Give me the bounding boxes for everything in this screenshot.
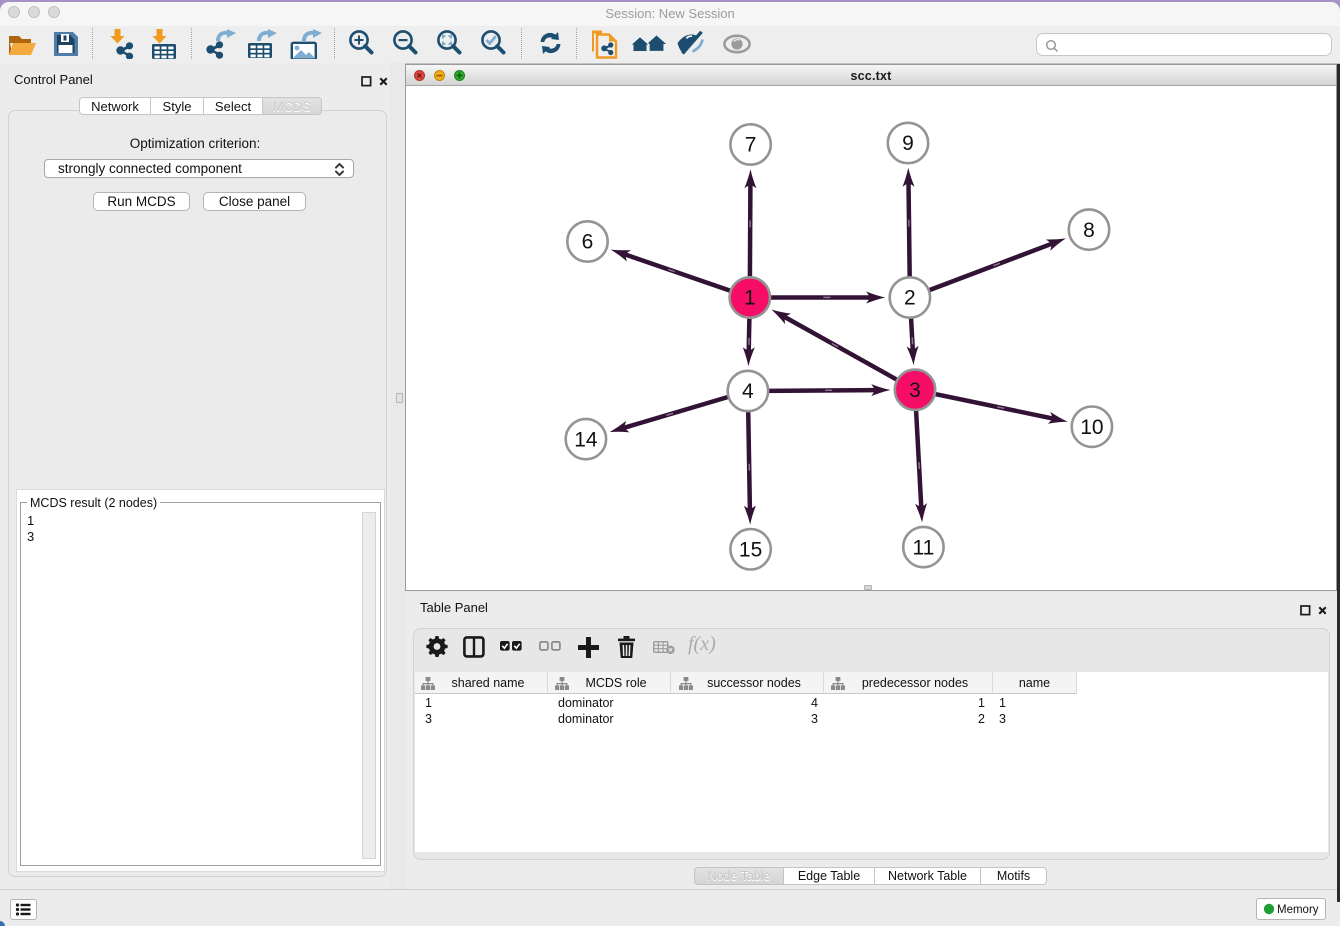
svg-text:9: 9 bbox=[902, 132, 914, 155]
svg-text:1: 1 bbox=[744, 287, 756, 310]
svg-text:7: 7 bbox=[745, 134, 757, 157]
svg-text:15: 15 bbox=[739, 539, 762, 562]
svg-text:Memory: Memory bbox=[1277, 904, 1319, 916]
svg-text:14: 14 bbox=[574, 428, 598, 451]
svg-text:4: 4 bbox=[742, 380, 754, 403]
svg-text:6: 6 bbox=[582, 231, 594, 254]
svg-text:11: 11 bbox=[912, 536, 934, 559]
svg-text:10: 10 bbox=[1080, 416, 1103, 439]
svg-text:3: 3 bbox=[909, 379, 921, 402]
svg-text:2: 2 bbox=[904, 287, 916, 310]
svg-text:8: 8 bbox=[1083, 219, 1095, 242]
